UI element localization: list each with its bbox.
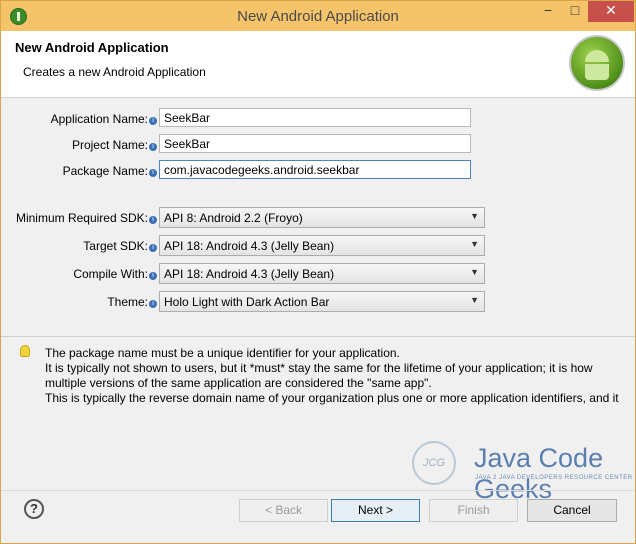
back-button[interactable]: < Back <box>239 499 328 522</box>
application-name-label: Application Name: i <box>51 112 157 126</box>
project-name-label: Project Name: i <box>72 138 157 152</box>
info-icon: i <box>149 272 157 280</box>
info-icon: i <box>149 300 157 308</box>
wizard-header: New Android Application Creates a new An… <box>1 31 635 98</box>
project-name-field[interactable] <box>159 134 471 153</box>
info-icon: i <box>149 117 157 125</box>
message-line: This is typically the reverse domain nam… <box>45 391 619 405</box>
min-sdk-select[interactable]: API 8: Android 2.2 (Froyo) ▼ <box>159 207 485 228</box>
next-button[interactable]: Next > <box>331 499 420 522</box>
watermark-title: Java Code Geeks <box>474 443 604 504</box>
info-icon: i <box>149 169 157 177</box>
page-title: New Android Application <box>15 40 169 55</box>
lightbulb-icon <box>20 345 30 357</box>
android-robot-icon <box>569 35 625 91</box>
message-line: It is typically not shown to users, but … <box>45 361 593 375</box>
info-icon: i <box>149 244 157 252</box>
help-icon[interactable]: ? <box>24 499 44 519</box>
theme-select[interactable]: Holo Light with Dark Action Bar ▼ <box>159 291 485 312</box>
target-sdk-label: Target SDK: i <box>83 239 157 253</box>
watermark-subtitle: JAVA 2 JAVA DEVELOPERS RESOURCE CENTER <box>475 475 633 481</box>
info-icon: i <box>149 216 157 224</box>
close-button[interactable]: ✕ <box>588 1 634 22</box>
compile-with-label: Compile With: i <box>73 267 157 281</box>
divider <box>1 490 635 491</box>
minimize-button[interactable]: − <box>534 1 562 22</box>
package-name-label: Package Name: i <box>63 164 157 178</box>
chevron-down-icon: ▼ <box>470 295 479 305</box>
compile-with-select[interactable]: API 18: Android 4.3 (Jelly Bean) ▼ <box>159 263 485 284</box>
page-subtitle: Creates a new Android Application <box>23 65 206 79</box>
chevron-down-icon: ▼ <box>470 239 479 249</box>
finish-button[interactable]: Finish <box>429 499 518 522</box>
dialog-window: New Android Application − □ ✕ New Androi… <box>0 0 636 544</box>
titlebar[interactable]: New Android Application − □ ✕ <box>1 1 635 31</box>
chevron-down-icon: ▼ <box>470 267 479 277</box>
package-name-field[interactable] <box>159 160 471 179</box>
cancel-button[interactable]: Cancel <box>527 499 617 522</box>
info-icon: i <box>149 143 157 151</box>
message-line: The package name must be a unique identi… <box>45 346 400 360</box>
application-name-field[interactable] <box>159 108 471 127</box>
min-sdk-label: Minimum Required SDK: i <box>16 211 157 225</box>
target-sdk-select[interactable]: API 18: Android 4.3 (Jelly Bean) ▼ <box>159 235 485 256</box>
divider <box>1 336 635 337</box>
theme-label: Theme: i <box>107 295 157 309</box>
jcg-logo: JCG <box>412 441 456 485</box>
maximize-button[interactable]: □ <box>562 1 588 22</box>
message-line: multiple versions of the same applicatio… <box>45 376 432 390</box>
chevron-down-icon: ▼ <box>470 211 479 221</box>
